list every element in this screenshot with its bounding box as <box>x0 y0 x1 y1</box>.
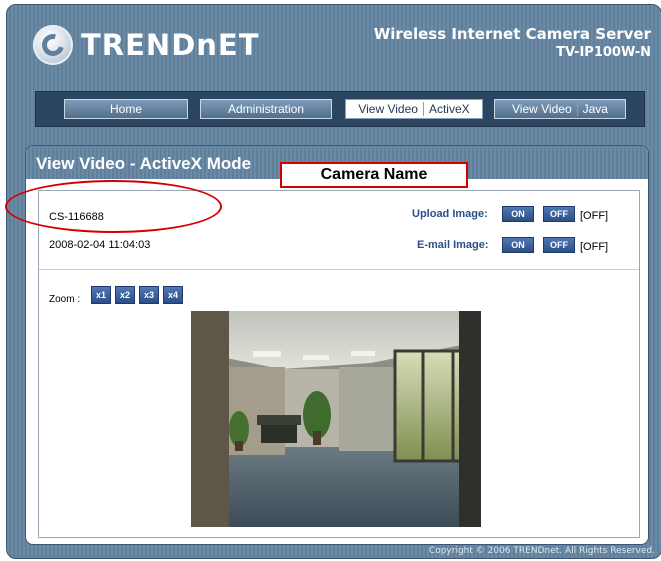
email-image-label: E-mail Image: <box>417 239 489 251</box>
nav-separator <box>576 102 578 116</box>
zoom-x3-button[interactable]: x3 <box>139 286 159 304</box>
camera-name-callout: Camera Name <box>280 162 468 188</box>
email-state: [OFF] <box>580 241 609 253</box>
nav-separator <box>422 102 424 116</box>
nav-view-video-activex[interactable]: View Video ActiveX <box>345 99 483 119</box>
upload-on-button[interactable]: ON <box>502 206 534 222</box>
upload-image-label: Upload Image: <box>412 208 488 220</box>
divider <box>39 269 639 270</box>
nav-view-video-java[interactable]: View Video Java <box>494 99 626 119</box>
video-content: CS-116688 2008-02-04 11:04:03 Upload Ima… <box>38 190 640 538</box>
zoom-label: Zoom : <box>49 294 81 305</box>
product-title: Wireless Internet Camera Server TV-IP100… <box>374 25 651 60</box>
nav-bar: Home Administration View Video ActiveX V… <box>35 91 645 127</box>
product-model: TV-IP100W-N <box>556 45 651 60</box>
copyright-footer: Copyright © 2006 TRENDnet. All Rights Re… <box>428 546 655 556</box>
product-line: Wireless Internet Camera Server <box>373 25 651 43</box>
nav-view-video-label: View Video <box>512 102 572 116</box>
zoom-x2-button[interactable]: x2 <box>115 286 135 304</box>
camera-name-highlight <box>5 180 222 233</box>
nav-java-label: Java <box>582 102 608 116</box>
camera-video-image <box>191 311 481 527</box>
zoom-x4-button[interactable]: x4 <box>163 286 183 304</box>
page-title: View Video - ActiveX Mode <box>36 154 252 173</box>
nav-administration[interactable]: Administration <box>200 99 332 119</box>
upload-off-button[interactable]: OFF <box>543 206 575 222</box>
logo-text: TRENDnET <box>81 28 260 62</box>
upload-state: [OFF] <box>580 210 609 222</box>
nav-activex-label: ActiveX <box>428 102 470 116</box>
trendnet-logo: TRENDnET <box>33 25 260 65</box>
datetime: 2008-02-04 11:04:03 <box>49 239 151 251</box>
camera-video-feed[interactable] <box>191 311 481 527</box>
nav-view-video-label: View Video <box>358 102 418 116</box>
header: TRENDnET Wireless Internet Camera Server… <box>7 5 661 83</box>
zoom-x1-button[interactable]: x1 <box>91 286 111 304</box>
logo-mark-icon <box>33 25 73 65</box>
email-on-button[interactable]: ON <box>502 237 534 253</box>
email-off-button[interactable]: OFF <box>543 237 575 253</box>
app-frame: TRENDnET Wireless Internet Camera Server… <box>6 4 661 559</box>
nav-home[interactable]: Home <box>64 99 188 119</box>
